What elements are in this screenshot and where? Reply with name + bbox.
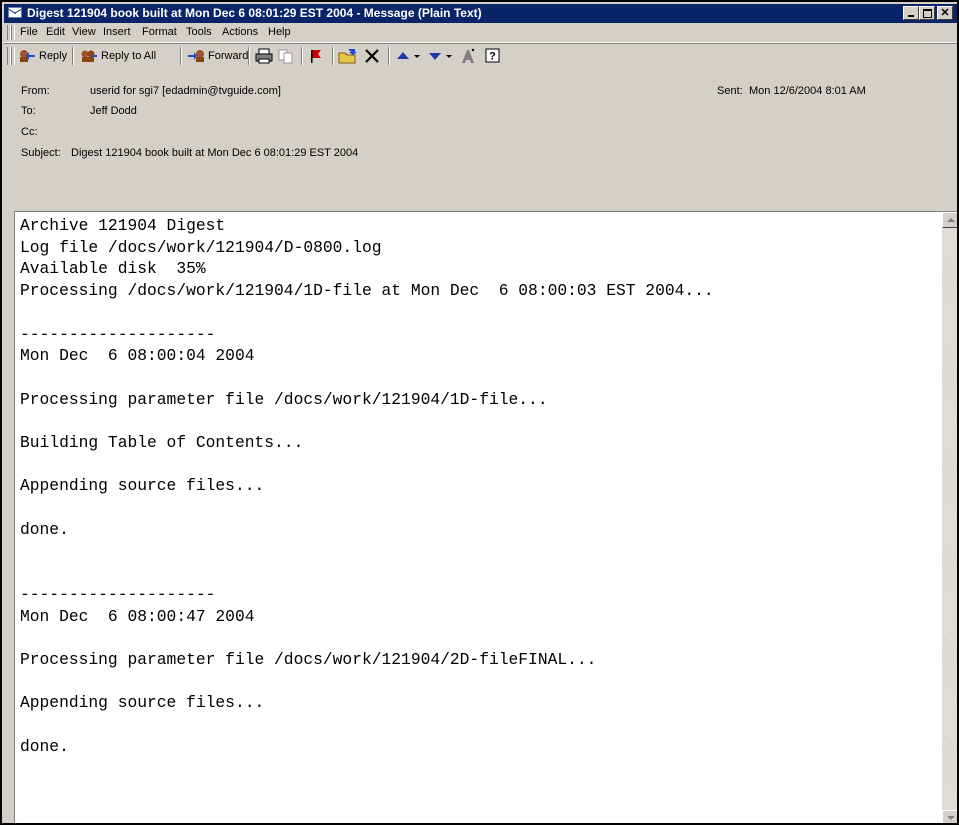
next-item-button[interactable] — [427, 46, 457, 66]
menu-bar: File Edit View Insert Format Tools Actio… — [4, 23, 957, 43]
arrow-down-icon — [429, 53, 452, 60]
close-button[interactable]: ✕ — [937, 6, 953, 20]
message-window: Digest 121904 book built at Mon Dec 6 08… — [0, 0, 959, 825]
toolbar-separator — [72, 47, 74, 65]
body-line — [20, 367, 714, 389]
title-bar[interactable]: Digest 121904 book built at Mon Dec 6 08… — [4, 4, 957, 23]
body-line: -------------------- — [20, 584, 216, 604]
body-line: Building Table of Contents... — [20, 433, 304, 453]
body-line: -------------------- — [20, 324, 216, 344]
to-label: To: — [21, 105, 36, 117]
forward-label: Forward — [208, 50, 249, 62]
body-line: done. — [20, 736, 69, 756]
body-text[interactable]: Archive 121904 Digest Log file /docs/work… — [20, 215, 714, 758]
toolbar-separator — [248, 47, 250, 65]
body-line — [20, 454, 714, 476]
flag-icon — [311, 50, 321, 63]
body-line — [20, 627, 714, 649]
body-line: Appending source files... — [20, 476, 265, 496]
maximize-icon — [923, 9, 932, 18]
window-title: Digest 121904 book built at Mon Dec 6 08… — [27, 6, 482, 20]
minimize-icon — [908, 15, 914, 17]
menu-view[interactable]: View — [72, 26, 96, 38]
body-line — [20, 410, 714, 432]
menu-help[interactable]: Help — [268, 26, 291, 38]
body-line: Processing parameter file /docs/work/121… — [20, 389, 548, 409]
sent-label: Sent: — [717, 85, 743, 97]
menu-tools[interactable]: Tools — [186, 26, 212, 38]
reply-all-button[interactable]: Reply to All — [80, 46, 156, 66]
copy-icon — [278, 49, 293, 64]
toolbar-separator — [180, 47, 182, 65]
body-line — [20, 302, 714, 324]
body-line — [20, 671, 714, 693]
reply-all-label: Reply to All — [101, 50, 157, 62]
body-line: Mon Dec 6 08:00:04 2004 — [20, 346, 255, 366]
toolbar-separator — [332, 47, 334, 65]
menu-actions[interactable]: Actions — [222, 26, 258, 38]
menu-insert[interactable]: Insert — [103, 26, 131, 38]
from-value[interactable]: userid for sgi7 [edadmin@tvguide.com] — [90, 85, 281, 97]
message-body[interactable]: Archive 121904 Digest Log file /docs/work… — [14, 211, 957, 823]
scroll-down-arrow-icon — [947, 816, 955, 820]
scroll-up-arrow-icon — [947, 218, 955, 222]
address-book-icon — [462, 48, 475, 63]
standard-toolbar: Reply Reply to All Forward ? — [4, 43, 644, 69]
toolbar-grip-2 — [11, 47, 15, 65]
minimize-button[interactable] — [903, 6, 919, 20]
scroll-down-button[interactable] — [942, 810, 957, 823]
svg-text:?: ? — [489, 51, 496, 63]
body-line — [20, 497, 714, 519]
envelope-icon — [8, 7, 22, 18]
reply-all-icon — [81, 50, 97, 63]
forward-icon — [188, 50, 204, 63]
body-line: Available disk 35% — [20, 259, 206, 279]
menu-file[interactable]: File — [20, 26, 38, 38]
subject-value: Digest 121904 book built at Mon Dec 6 08… — [71, 147, 359, 159]
sent-value: Mon 12/6/2004 8:01 AM — [749, 85, 866, 97]
printer-icon — [255, 48, 273, 64]
body-line — [20, 541, 714, 563]
body-line — [20, 562, 714, 584]
vertical-scrollbar[interactable] — [942, 212, 957, 823]
address-book-button[interactable] — [460, 46, 482, 66]
arrow-up-icon — [397, 52, 420, 59]
menu-format[interactable]: Format — [142, 26, 177, 38]
body-line: Archive 121904 Digest — [20, 216, 226, 235]
reply-label: Reply — [39, 50, 68, 62]
forward-button[interactable]: Forward — [187, 46, 248, 66]
menu-grip-2 — [11, 25, 15, 40]
copy-button[interactable] — [277, 46, 297, 66]
move-to-folder-button[interactable] — [338, 46, 360, 66]
subject-label: Subject: — [21, 147, 61, 159]
message-header: From: userid for sgi7 [edadmin@tvguide.c… — [4, 70, 957, 208]
from-label: From: — [21, 85, 50, 97]
close-icon: ✕ — [940, 7, 950, 19]
reply-button[interactable]: Reply — [18, 46, 67, 66]
reply-icon — [20, 50, 35, 63]
body-line: Log file /docs/work/121904/D-0800.log — [20, 237, 382, 257]
print-button[interactable] — [255, 46, 275, 66]
scroll-up-button[interactable] — [942, 212, 957, 228]
delete-icon — [365, 49, 379, 63]
delete-button[interactable] — [364, 46, 384, 66]
body-line: Processing /docs/work/121904/1D-file at … — [20, 281, 714, 301]
body-line: Processing parameter file /docs/work/121… — [20, 650, 597, 670]
previous-item-button[interactable] — [395, 46, 425, 66]
maximize-button[interactable] — [919, 6, 935, 20]
body-line — [20, 714, 714, 736]
toolbar-separator — [388, 47, 390, 65]
body-line: Mon Dec 6 08:00:47 2004 — [20, 606, 255, 626]
move-to-folder-icon — [338, 49, 357, 64]
toolbar-separator — [301, 47, 303, 65]
menu-edit[interactable]: Edit — [46, 26, 65, 38]
to-value[interactable]: Jeff Dodd — [90, 105, 137, 117]
help-icon: ? — [485, 48, 500, 63]
body-line: Appending source files... — [20, 693, 265, 713]
flag-button[interactable] — [308, 46, 328, 66]
body-line: done. — [20, 519, 69, 539]
cc-label: Cc: — [21, 126, 38, 138]
help-button[interactable]: ? — [485, 46, 505, 66]
